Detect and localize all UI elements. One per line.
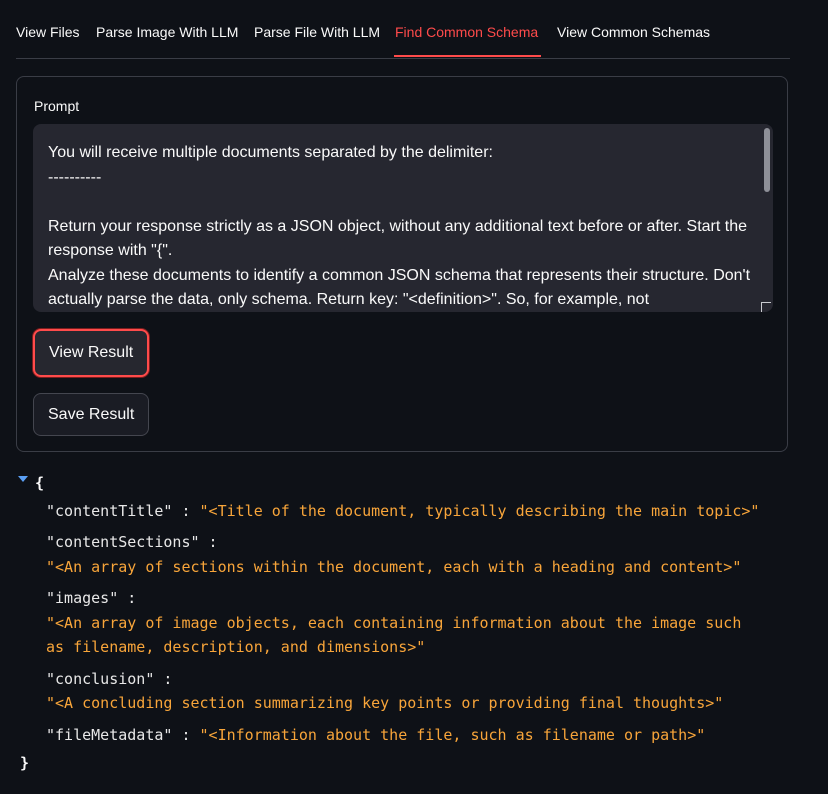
tab-view-files[interactable]: View Files xyxy=(16,24,80,40)
json-value-conclusion: "<A concluding section summarizing key p… xyxy=(46,694,724,712)
json-close-brace: } xyxy=(20,754,30,772)
prompt-textarea[interactable]: You will receive multiple documents sepa… xyxy=(33,124,773,312)
tab-view-common-schemas[interactable]: View Common Schemas xyxy=(557,24,710,40)
json-value-content-sections: "<An array of sections within the docume… xyxy=(46,558,742,576)
prompt-text[interactable]: You will receive multiple documents sepa… xyxy=(48,141,760,312)
json-open-brace: { xyxy=(35,474,45,492)
schema-form: Prompt You will receive multiple documen… xyxy=(16,76,788,452)
json-value-images-line1: "<An array of image objects, each contai… xyxy=(46,614,742,632)
prompt-label: Prompt xyxy=(34,98,80,114)
json-key-content-sections: "contentSections" : xyxy=(46,533,218,551)
tab-parse-image-with-llm[interactable]: Parse Image With LLM xyxy=(96,24,238,40)
active-tab-indicator xyxy=(394,55,541,57)
json-entry-content-title: "contentTitle" : "<Title of the document… xyxy=(46,502,760,520)
json-key-images: "images" : xyxy=(46,589,137,607)
tab-find-common-schema[interactable]: Find Common Schema xyxy=(395,24,538,40)
collapse-caret-icon[interactable] xyxy=(18,476,28,482)
tab-parse-file-with-llm[interactable]: Parse File With LLM xyxy=(254,24,380,40)
json-entry-file-metadata: "fileMetadata" : "<Information about the… xyxy=(46,726,706,744)
view-result-button[interactable]: View Result xyxy=(33,329,150,377)
tab-bar: View Files Parse Image With LLM Parse Fi… xyxy=(16,0,790,59)
textarea-scrollbar[interactable] xyxy=(764,128,770,192)
json-value-images-line2: as filename, description, and dimensions… xyxy=(46,638,426,656)
json-key-conclusion: "conclusion" : xyxy=(46,670,173,688)
resize-handle-icon[interactable] xyxy=(761,302,771,312)
save-result-button[interactable]: Save Result xyxy=(33,393,150,436)
